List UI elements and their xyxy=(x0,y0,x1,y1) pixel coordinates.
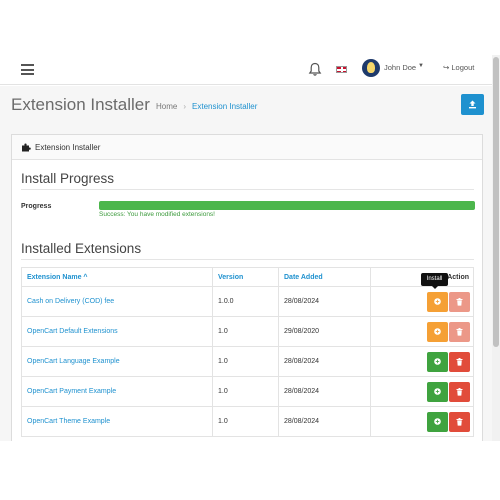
logout-link[interactable]: ↪ Logout xyxy=(443,63,474,72)
breadcrumb: Home › Extension Installer xyxy=(156,102,257,111)
extension-date-added: 28/08/2024 xyxy=(278,286,371,317)
reinstall-button[interactable] xyxy=(427,351,448,372)
plus-circle-icon xyxy=(434,327,441,335)
reinstall-button[interactable] xyxy=(427,411,448,432)
extension-date-added: 28/08/2024 xyxy=(278,406,371,437)
trash-icon xyxy=(456,297,463,306)
extension-version: 1.0.0 xyxy=(212,286,279,317)
extension-name-link[interactable]: Cash on Delivery (COD) fee xyxy=(21,286,213,317)
logout-label: Logout xyxy=(451,63,475,72)
row-actions xyxy=(370,346,474,377)
plus-circle-icon xyxy=(434,417,441,425)
install-button[interactable] xyxy=(427,291,448,312)
extension-name-link[interactable]: OpenCart Theme Example xyxy=(21,406,213,437)
trash-icon xyxy=(456,357,463,366)
extension-version: 1.0 xyxy=(212,406,279,437)
breadcrumb-home[interactable]: Home xyxy=(156,102,177,111)
page-content: Extension Installer Home › Extension Insta… xyxy=(0,86,492,444)
avatar[interactable] xyxy=(362,59,380,77)
progress-label: Progress xyxy=(21,203,52,210)
bottom-whitespace xyxy=(0,441,500,500)
table-row: OpenCart Payment Example 1.0 28/08/2024 xyxy=(21,376,474,407)
install-progress-title: Install Progress xyxy=(21,171,115,186)
trash-icon xyxy=(456,327,463,336)
scrollbar[interactable] xyxy=(492,55,500,441)
extension-date-added: 28/08/2024 xyxy=(278,346,371,377)
delete-button[interactable] xyxy=(449,411,470,432)
column-label: Extension Name xyxy=(27,273,82,281)
table-row: OpenCart Language Example 1.0 28/08/2024 xyxy=(21,346,474,377)
column-date-added[interactable]: Date Added xyxy=(278,267,371,287)
section-divider xyxy=(21,259,474,260)
trash-icon xyxy=(456,387,463,396)
table-row: Cash on Delivery (COD) fee 1.0.0 28/08/202… xyxy=(21,286,474,317)
extension-name-link[interactable]: OpenCart Language Example xyxy=(21,346,213,377)
extension-date-added: 29/08/2020 xyxy=(278,316,371,347)
column-version[interactable]: Version xyxy=(212,267,279,287)
caret-down-icon[interactable]: ▼ xyxy=(418,63,424,69)
bell-icon[interactable] xyxy=(308,62,322,77)
install-tooltip: Install xyxy=(421,273,448,289)
plus-circle-icon xyxy=(434,297,441,305)
delete-button[interactable] xyxy=(449,381,470,402)
progress-message: Success: You have modified extensions! xyxy=(99,211,215,218)
extension-date-added: 28/08/2024 xyxy=(278,376,371,407)
puzzle-icon xyxy=(22,143,31,152)
flag-uk-icon[interactable] xyxy=(336,66,347,73)
column-extension-name[interactable]: Extension Name ^ xyxy=(21,267,213,287)
table-row: OpenCart Theme Example 1.0 28/08/2024 xyxy=(21,406,474,437)
section-divider xyxy=(21,189,474,190)
progress-bar xyxy=(99,201,475,210)
top-whitespace xyxy=(0,0,500,55)
installed-extensions-table: Extension Name ^ Version Date Added Acti… xyxy=(21,267,474,437)
delete-button[interactable] xyxy=(449,291,470,312)
extension-name-link[interactable]: OpenCart Payment Example xyxy=(21,376,213,407)
panel-title: Extension Installer xyxy=(35,143,101,152)
sign-out-icon: ↪ xyxy=(443,63,450,72)
extension-version: 1.0 xyxy=(212,346,279,377)
trash-icon xyxy=(456,417,463,426)
install-button[interactable] xyxy=(427,321,448,342)
upload-button[interactable] xyxy=(461,94,484,115)
delete-button[interactable] xyxy=(449,321,470,342)
top-header: John Doe ▼ ↪ Logout xyxy=(0,55,492,85)
page-title: Extension Installer xyxy=(11,95,150,114)
row-actions xyxy=(370,286,474,317)
plus-circle-icon xyxy=(434,387,441,395)
installed-extensions-title: Installed Extensions xyxy=(21,241,142,256)
row-actions xyxy=(370,376,474,407)
progress-bar-fill xyxy=(99,201,475,210)
reinstall-button[interactable] xyxy=(427,381,448,402)
extension-name-link[interactable]: OpenCart Default Extensions xyxy=(21,316,213,347)
table-header-row: Extension Name ^ Version Date Added Acti… xyxy=(21,267,474,287)
extension-version: 1.0 xyxy=(212,316,279,347)
row-actions xyxy=(370,316,474,347)
extension-installer-panel: Extension Installer Install Progress Pro… xyxy=(11,134,483,444)
hamburger-icon[interactable] xyxy=(21,64,34,75)
user-name[interactable]: John Doe xyxy=(384,63,416,72)
panel-heading: Extension Installer xyxy=(12,135,482,160)
extension-version: 1.0 xyxy=(212,376,279,407)
row-actions xyxy=(370,406,474,437)
scrollbar-thumb[interactable] xyxy=(493,57,499,347)
breadcrumb-current[interactable]: Extension Installer xyxy=(192,102,257,111)
plus-circle-icon xyxy=(434,357,441,365)
table-row: OpenCart Default Extensions 1.0 29/08/2020 xyxy=(21,316,474,347)
sort-ascending-icon: ^ xyxy=(83,273,88,281)
upload-icon xyxy=(469,100,476,109)
breadcrumb-separator: › xyxy=(183,102,187,111)
delete-button[interactable] xyxy=(449,351,470,372)
